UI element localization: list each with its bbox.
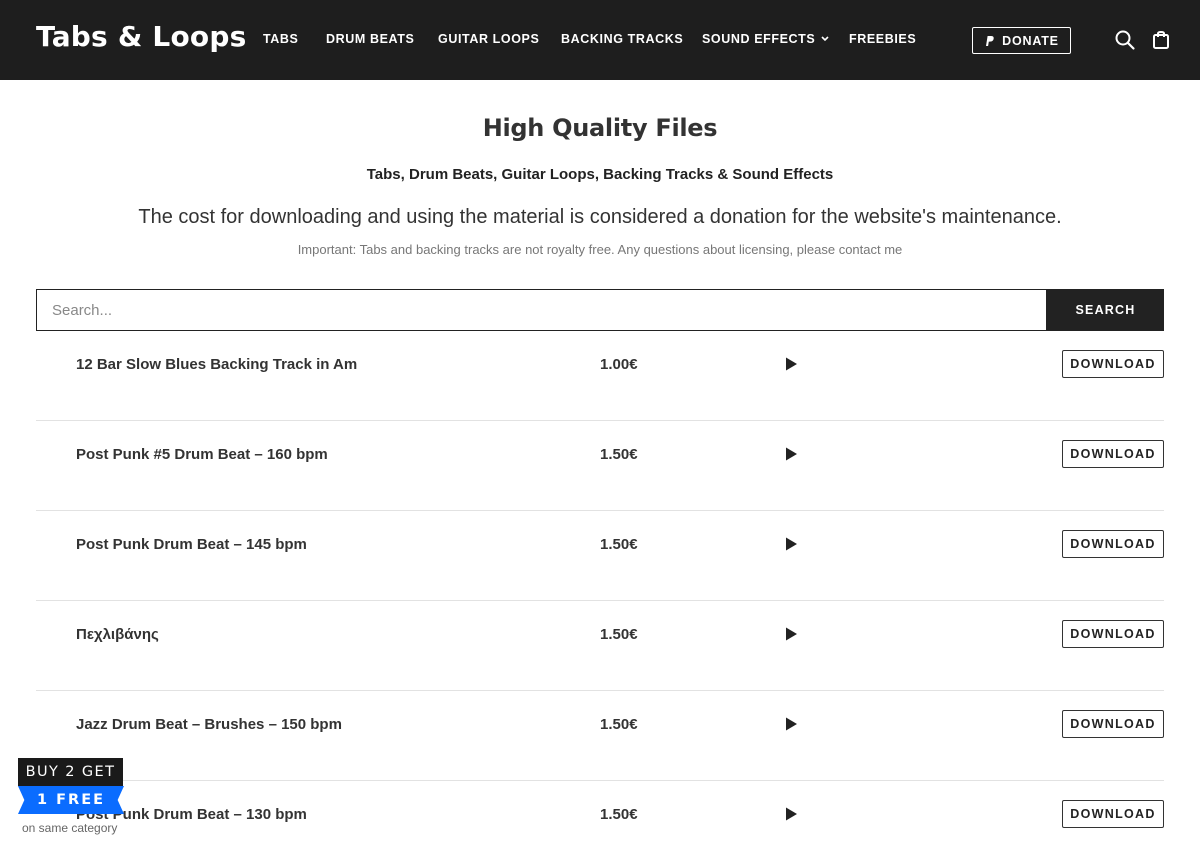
page-subtitle: Tabs, Drum Beats, Guitar Loops, Backing … [366, 166, 834, 183]
promo-line-2: 1 FREE [18, 786, 124, 814]
product-name[interactable]: Jazz Drum Beat – Brushes – 150 bpm [76, 716, 342, 733]
product-price: 1.50€ [600, 536, 638, 553]
download-button[interactable]: DOWNLOAD [1062, 620, 1164, 648]
site-header: Tabs & Loops TABS DRUM BEATS GUITAR LOOP… [0, 0, 1200, 80]
download-button[interactable]: DOWNLOAD [1062, 710, 1164, 738]
product-price: 1.50€ [600, 806, 638, 823]
product-price: 1.50€ [600, 446, 638, 463]
nav-item-backing-tracks[interactable]: BACKING TRACKS [561, 32, 683, 46]
promo-line-3: on same category [22, 821, 124, 835]
donate-button[interactable]: DONATE [972, 27, 1071, 54]
search-button[interactable]: SEARCH [1047, 289, 1164, 331]
licensing-note: Important: Tabs and backing tracks are n… [297, 242, 903, 257]
download-button[interactable]: DOWNLOAD [1062, 530, 1164, 558]
page-description: The cost for downloading and using the m… [138, 206, 1062, 228]
nav-item-sound-effects[interactable]: SOUND EFFECTS [702, 32, 829, 46]
download-button[interactable]: DOWNLOAD [1062, 800, 1164, 828]
play-icon[interactable] [783, 806, 799, 822]
donate-label: DONATE [1002, 33, 1059, 48]
paypal-icon [984, 35, 995, 47]
search-icon[interactable] [1114, 29, 1136, 51]
nav-item-tabs[interactable]: TABS [263, 32, 299, 46]
product-row: Post Punk Drum Beat – 145 bpm 1.50€ DOWN… [36, 511, 1164, 601]
page-title: High Quality Files [482, 114, 718, 142]
product-row: 12 Bar Slow Blues Backing Track in Am 1.… [36, 331, 1164, 421]
download-button[interactable]: DOWNLOAD [1062, 440, 1164, 468]
promo-line-1: BUY 2 GET [18, 758, 123, 786]
play-icon[interactable] [783, 356, 799, 372]
product-row: Post Punk #5 Drum Beat – 160 bpm 1.50€ D… [36, 421, 1164, 511]
nav-item-guitar-loops[interactable]: GUITAR LOOPS [438, 32, 539, 46]
product-name[interactable]: 12 Bar Slow Blues Backing Track in Am [76, 356, 357, 373]
product-row: Jazz Drum Beat – Brushes – 150 bpm 1.50€… [36, 691, 1164, 781]
nav-item-sound-effects-label: SOUND EFFECTS [702, 32, 816, 46]
search-input[interactable] [36, 289, 1047, 331]
shopping-bag-icon[interactable] [1151, 29, 1173, 51]
promo-badge[interactable]: BUY 2 GET 1 FREE on same category [18, 758, 124, 835]
play-icon[interactable] [783, 716, 799, 732]
play-icon[interactable] [783, 536, 799, 552]
product-price: 1.00€ [600, 356, 638, 373]
product-price: 1.50€ [600, 716, 638, 733]
product-name[interactable]: Post Punk #5 Drum Beat – 160 bpm [76, 446, 328, 463]
site-logo[interactable]: Tabs & Loops [36, 20, 246, 53]
product-price: 1.50€ [600, 626, 638, 643]
chevron-down-icon [821, 34, 829, 45]
download-button[interactable]: DOWNLOAD [1062, 350, 1164, 378]
product-row: Πεχλιβάνης 1.50€ DOWNLOAD [36, 601, 1164, 691]
product-name[interactable]: Post Punk Drum Beat – 145 bpm [76, 536, 307, 553]
play-icon[interactable] [783, 446, 799, 462]
play-icon[interactable] [783, 626, 799, 642]
product-name[interactable]: Πεχλιβάνης [76, 626, 159, 643]
nav-item-drum-beats[interactable]: DRUM BEATS [326, 32, 414, 46]
nav-item-freebies[interactable]: FREEBIES [849, 32, 916, 46]
product-row: Post Punk Drum Beat – 130 bpm 1.50€ DOWN… [36, 781, 1164, 850]
